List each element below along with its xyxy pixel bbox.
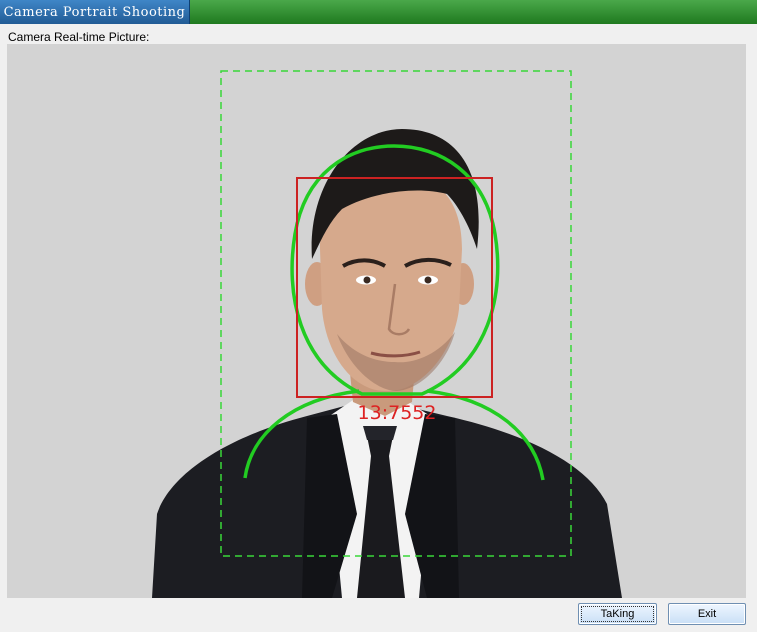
preview-caption: Camera Real-time Picture: bbox=[8, 30, 150, 44]
taking-button[interactable]: TaKing bbox=[578, 603, 657, 625]
exit-button[interactable]: Exit bbox=[668, 603, 746, 625]
detection-score: 13:7552 bbox=[357, 402, 437, 424]
title-bar: Camera Portrait Shooting bbox=[0, 0, 757, 24]
window-title: Camera Portrait Shooting bbox=[3, 4, 186, 20]
camera-preview: 13:7552 bbox=[7, 44, 746, 598]
window-title-tab: Camera Portrait Shooting bbox=[0, 0, 190, 24]
person-photo bbox=[152, 129, 622, 598]
camera-frame bbox=[152, 70, 622, 598]
